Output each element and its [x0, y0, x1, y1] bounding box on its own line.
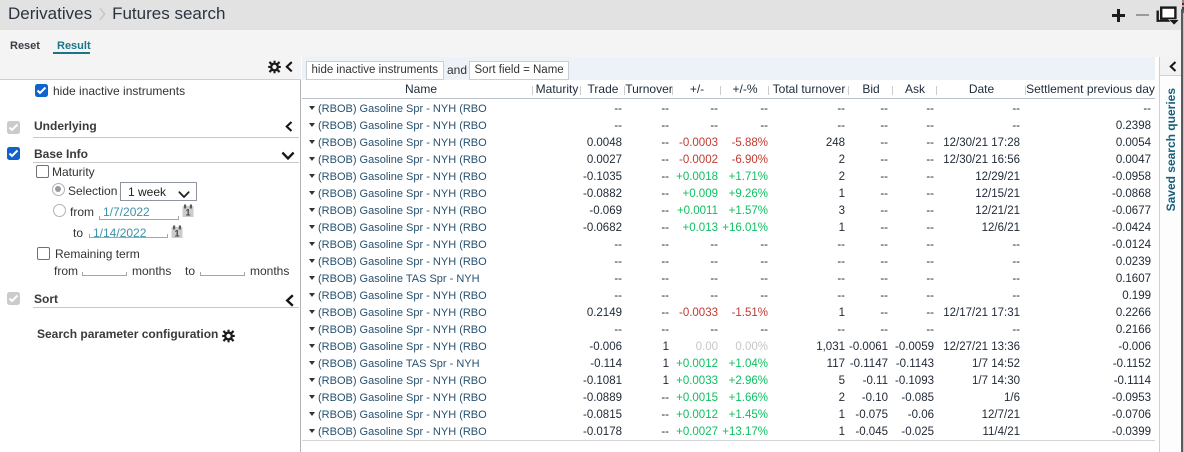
svg-text:1: 1 — [174, 229, 179, 239]
svg-text:1: 1 — [185, 208, 190, 218]
